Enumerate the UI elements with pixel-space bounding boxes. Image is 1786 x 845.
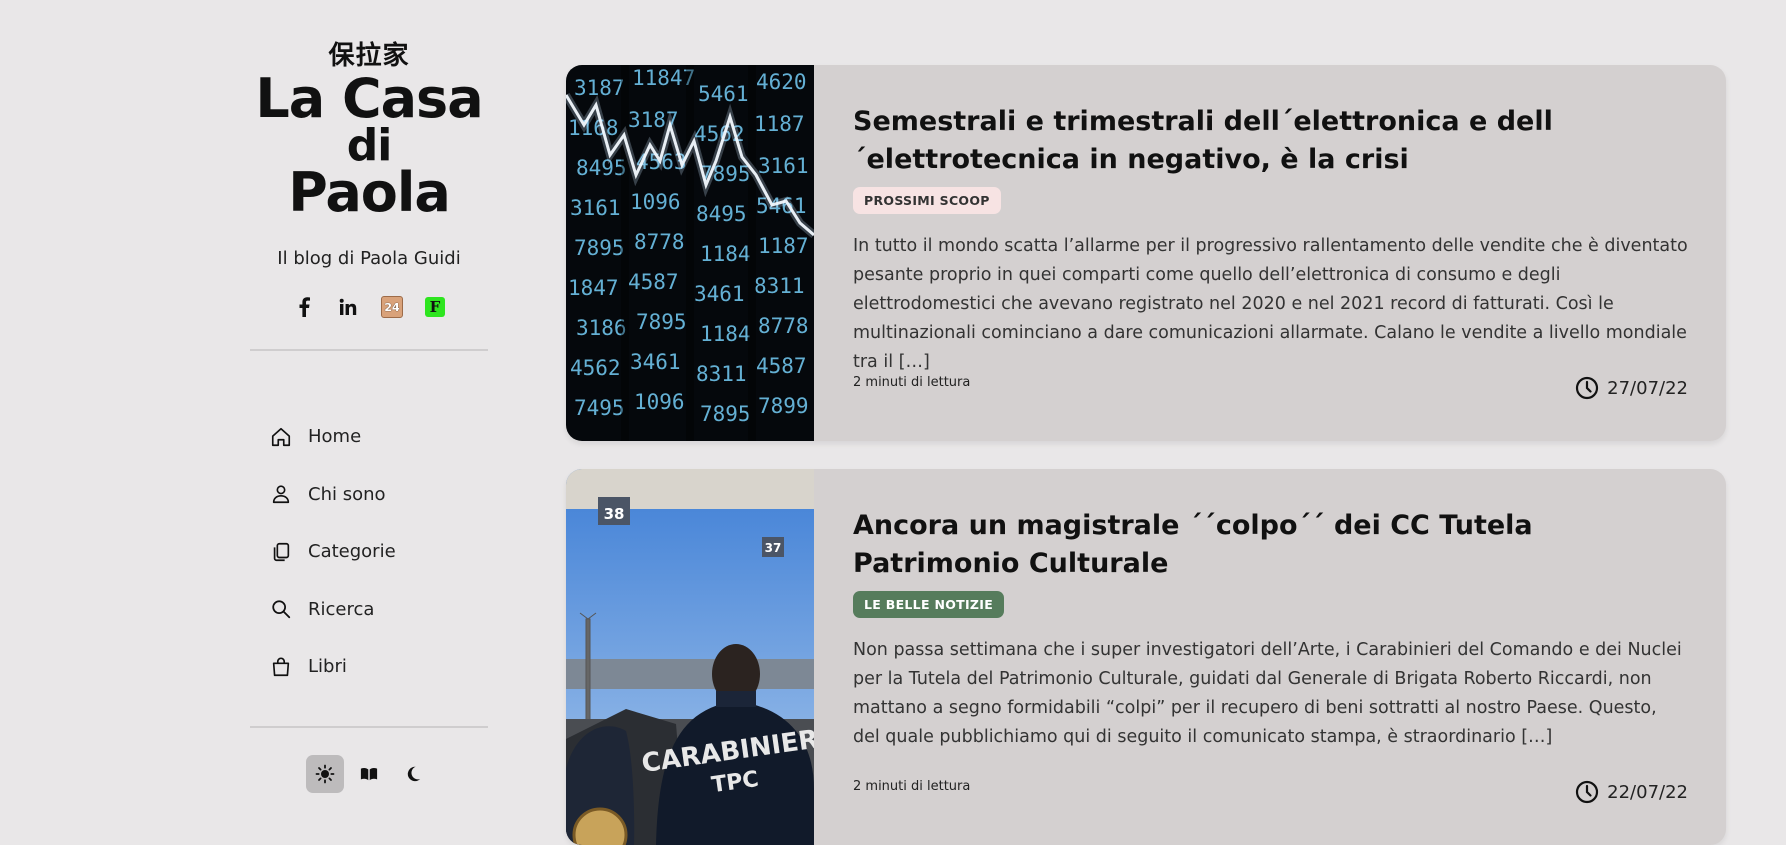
site-title-line-3: Paola: [288, 161, 451, 224]
svg-text:7895: 7895: [700, 402, 751, 426]
category-badge[interactable]: PROSSIMI SCOOP: [853, 187, 1001, 214]
carabinieri-image: 38 37 CARABINIERI TPC: [566, 469, 814, 845]
copy-icon: [273, 542, 290, 561]
nav-item-chi-sono[interactable]: Chi sono: [270, 466, 490, 524]
sole24ore-icon[interactable]: 24: [381, 296, 403, 318]
svg-text:4587: 4587: [756, 354, 807, 378]
svg-text:7899: 7899: [758, 394, 809, 418]
post-date: 22/07/22: [1575, 780, 1688, 804]
post-date-text: 27/07/22: [1607, 377, 1688, 399]
svg-text:4587: 4587: [628, 270, 679, 294]
nav-label: Home: [308, 426, 362, 448]
svg-text:8311: 8311: [696, 362, 747, 386]
post-card[interactable]: 38 37 CARABINIERI TPC Ancora un magistra…: [566, 469, 1726, 845]
svg-text:8311: 8311: [754, 274, 805, 298]
svg-text:4562: 4562: [570, 356, 621, 380]
svg-text:1847: 1847: [568, 276, 619, 300]
stock-ticker-image: 3187 118475461 4620 1168 31874562 1187 8495 4…: [566, 65, 814, 441]
nav-label: Libri: [308, 656, 347, 678]
post-date-text: 22/07/22: [1607, 781, 1688, 803]
nav-item-libri[interactable]: Libri: [270, 638, 490, 696]
post-content: Ancora un magistrale ´´colpo´´ dei CC Tu…: [853, 507, 1688, 752]
site-title-line-1: La Casa: [255, 67, 483, 130]
post-date: 27/07/22: [1575, 376, 1688, 400]
post-thumbnail-stock-ticker[interactable]: 3187 11847 5461 4620 1168 3187 4562 1187 8495 4…: [566, 65, 814, 441]
home-icon: [271, 427, 291, 446]
site-tagline: Il blog di Paola Guidi: [277, 248, 461, 269]
clock-icon: [1576, 780, 1599, 804]
svg-text:3161: 3161: [758, 154, 809, 178]
nav-label: Chi sono: [308, 483, 386, 505]
nav-item-home[interactable]: Home: [270, 408, 490, 466]
post-excerpt: In tutto il mondo scatta l’allarme per i…: [853, 236, 1688, 372]
svg-text:1168: 1168: [568, 116, 619, 140]
svg-text:8495: 8495: [576, 156, 627, 180]
gate-number: 38: [604, 505, 625, 523]
theme-dark-button[interactable]: [394, 755, 432, 793]
svg-text:1096: 1096: [634, 390, 685, 414]
svg-text:7495: 7495: [574, 396, 625, 420]
svg-text:3461: 3461: [694, 282, 745, 306]
svg-text:3187: 3187: [574, 76, 625, 100]
sun-icon: [315, 764, 335, 784]
svg-text:8778: 8778: [634, 230, 685, 254]
nav-label: Categorie: [308, 541, 396, 563]
svg-text:7895: 7895: [574, 236, 625, 260]
post-content: Semestrali e trimestrali dell´elettronic…: [853, 103, 1688, 377]
main-nav: Home Chi sono Categorie Ricerca Libri: [250, 408, 490, 728]
social-links: 24 F: [250, 295, 488, 319]
post-title[interactable]: Ancora un magistrale ´´colpo´´ dei CC Tu…: [853, 507, 1688, 583]
svg-text:3161: 3161: [570, 196, 621, 220]
nav-item-ricerca[interactable]: Ricerca: [270, 581, 490, 639]
svg-text:8495: 8495: [696, 202, 747, 226]
bag-icon: [272, 657, 290, 676]
gate-number: 37: [765, 541, 782, 555]
theme-light-button[interactable]: [306, 755, 344, 793]
category-badge[interactable]: LE BELLE NOTIZIE: [853, 591, 1005, 618]
post-card[interactable]: 3187 11847 5461 4620 1168 3187 4562 1187 8495 4…: [566, 65, 1726, 441]
f-icon[interactable]: F: [425, 297, 445, 317]
post-title[interactable]: Semestrali e trimestrali dell´elettronic…: [853, 103, 1688, 179]
svg-text:4620: 4620: [756, 70, 807, 94]
divider: [250, 349, 488, 351]
clock-icon: [1576, 376, 1599, 400]
search-icon: [272, 600, 291, 619]
read-time: 2 minuti di lettura: [853, 375, 971, 390]
svg-text:1096: 1096: [630, 190, 681, 214]
svg-text:7895: 7895: [636, 310, 687, 334]
svg-text:11847: 11847: [632, 66, 695, 90]
svg-text:1184: 1184: [700, 242, 751, 266]
svg-text:5461: 5461: [698, 82, 749, 106]
svg-text:1184: 1184: [700, 322, 751, 346]
post-thumbnail-carabinieri[interactable]: 38 37 CARABINIERI TPC: [566, 469, 814, 845]
moon-icon: [407, 766, 421, 782]
nav-label: Ricerca: [308, 598, 375, 620]
sidebar: 保拉家 La Casa di Paola Il blog di Paola Gu…: [250, 38, 488, 351]
facebook-icon[interactable]: [293, 296, 315, 318]
theme-switcher: [306, 755, 432, 793]
read-time: 2 minuti di lettura: [853, 779, 971, 794]
book-icon: [360, 768, 378, 781]
site-title-link[interactable]: La Casa di Paola: [250, 67, 488, 224]
svg-text:3461: 3461: [630, 350, 681, 374]
divider: [250, 725, 488, 728]
svg-text:8778: 8778: [758, 314, 809, 338]
linkedin-icon[interactable]: [337, 296, 359, 318]
nav-item-categorie[interactable]: Categorie: [270, 523, 490, 581]
svg-text:1187: 1187: [758, 234, 809, 258]
svg-text:1187: 1187: [754, 112, 805, 136]
user-icon: [272, 485, 290, 504]
post-excerpt: Non passa settimana che i super investig…: [853, 640, 1682, 747]
svg-text:3186: 3186: [576, 316, 627, 340]
theme-reader-button[interactable]: [350, 755, 388, 793]
